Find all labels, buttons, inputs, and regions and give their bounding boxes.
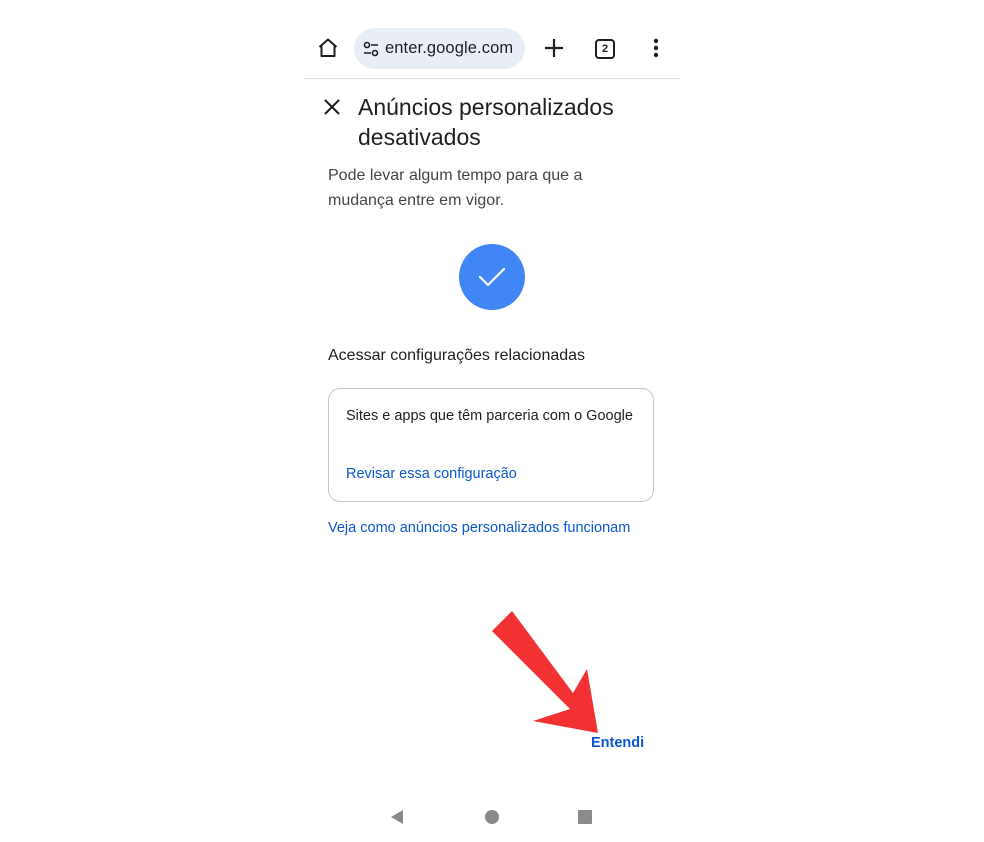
browser-toolbar: enter.google.com 2 [303, 0, 681, 79]
url-text[interactable]: enter.google.com [385, 39, 513, 58]
nav-back-button[interactable] [385, 805, 409, 829]
success-badge [459, 244, 525, 310]
close-button[interactable] [319, 94, 345, 120]
page-title: Anúncios personalizados desativados [358, 94, 614, 150]
more-vert-icon [653, 38, 659, 58]
subtitle: Pode levar algum tempo para que a mudanç… [328, 167, 583, 209]
nav-home-button[interactable] [480, 805, 504, 829]
confirm-button[interactable]: Entendi [591, 735, 644, 751]
check-icon [478, 267, 506, 287]
close-icon [324, 99, 340, 115]
tune-icon[interactable] [362, 40, 380, 58]
back-triangle-icon [391, 810, 403, 824]
plus-icon [545, 39, 563, 57]
browser-screen: enter.google.com 2 Anúncios personalizad… [303, 0, 681, 842]
recents-square-icon [578, 810, 592, 824]
red-arrow-icon [492, 611, 598, 733]
new-tab-button[interactable] [539, 33, 569, 63]
review-setting-link[interactable]: Revisar essa configuração [346, 466, 517, 482]
tab-count-badge: 2 [595, 39, 615, 59]
home-button[interactable] [313, 33, 343, 63]
home-icon [318, 38, 338, 57]
tab-switcher-button[interactable]: 2 [590, 34, 620, 64]
learn-more-link[interactable]: Veja como anúncios personalizados funcio… [328, 520, 630, 536]
more-menu-button[interactable] [641, 33, 671, 63]
nav-recents-button[interactable] [573, 805, 597, 829]
url-bar[interactable]: enter.google.com [354, 28, 525, 69]
card-description: Sites e apps que têm parceria com o Goog… [346, 408, 633, 424]
home-circle-icon [485, 810, 499, 824]
related-setting-card: Sites e apps que têm parceria com o Goog… [328, 388, 654, 502]
section-heading: Acessar configurações relacionadas [328, 347, 586, 364]
